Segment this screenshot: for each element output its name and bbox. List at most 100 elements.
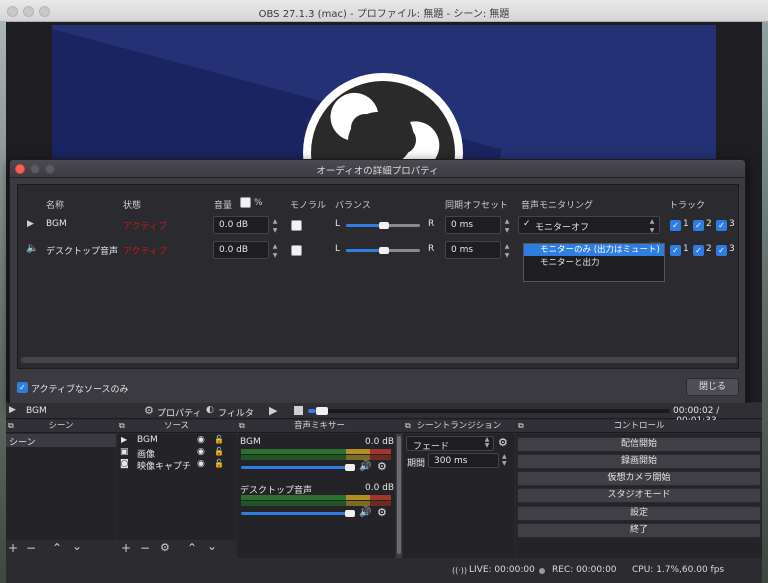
volume-input[interactable]: 0.0 dB ▲ ▼: [213, 216, 277, 234]
close-button[interactable]: 閉じる: [686, 378, 739, 396]
list-item[interactable]: ◙ 映像キャプチ ◉ 🔓: [117, 459, 236, 472]
scenes-dock-title: シーン: [48, 421, 74, 431]
list-item[interactable]: ▶ BGM ◉ 🔓: [117, 435, 236, 447]
start-virtual-camera-button[interactable]: 仮想カメラ開始: [517, 471, 761, 486]
media-seek-bar[interactable]: [308, 409, 670, 413]
active-only-checkbox[interactable]: ✓: [17, 382, 28, 393]
balance-left-label: L: [335, 244, 341, 254]
list-item[interactable]: シーン: [6, 434, 116, 448]
dock-float-icon[interactable]: ⧉: [239, 420, 245, 432]
header-sync-offset: 同期オフセット: [445, 201, 509, 211]
track-2-checkbox[interactable]: ✓: [693, 245, 704, 256]
row-source-name: BGM: [46, 219, 67, 229]
sync-offset-input[interactable]: 0 ms ▲ ▼: [445, 216, 509, 234]
row-source-name: デスクトップ音声: [46, 247, 119, 257]
eye-icon[interactable]: ◉: [197, 435, 205, 445]
mono-checkbox[interactable]: [291, 245, 302, 256]
track-1-checkbox[interactable]: ✓: [670, 220, 681, 231]
remove-icon[interactable]: −: [140, 541, 150, 555]
transition-select[interactable]: フェード ▲ ▼: [406, 436, 494, 452]
checkmark-icon: ✓: [523, 219, 531, 229]
media-play-icon[interactable]: ▶: [269, 404, 277, 417]
play-icon[interactable]: ▶: [9, 405, 16, 415]
track-3-checkbox[interactable]: ✓: [716, 220, 727, 231]
add-icon[interactable]: +: [8, 541, 18, 555]
dialog-title: オーディオの詳細プロパティ: [316, 166, 439, 177]
track-3-checkbox[interactable]: ✓: [716, 245, 727, 256]
list-item[interactable]: ▣ 画像 ◉ 🔓: [117, 447, 236, 460]
gear-icon[interactable]: ⚙: [144, 404, 154, 417]
exit-button[interactable]: 終了: [517, 523, 761, 538]
track-3-label: 3: [729, 219, 735, 229]
header-volume: 音量: [214, 201, 233, 211]
monitoring-option-monitor-and-output[interactable]: モニターと出力: [524, 257, 664, 269]
gear-icon[interactable]: ⚙: [160, 541, 170, 554]
sync-offset-value: 0 ms: [451, 245, 474, 255]
balance-slider-knob[interactable]: [379, 222, 389, 229]
gear-icon[interactable]: ⚙: [377, 506, 387, 519]
header-balance: バランス: [335, 201, 371, 211]
duration-stepper-icon[interactable]: ▲ ▼: [502, 453, 507, 467]
start-streaming-button[interactable]: 配信開始: [517, 437, 761, 452]
window-titlebar: OBS 27.1.3 (mac) - プロファイル: 無題 - シーン: 無題: [0, 0, 768, 22]
volume-slider[interactable]: [241, 512, 353, 515]
select-arrows-icon: ▲ ▼: [484, 436, 490, 449]
lock-icon[interactable]: 🔓: [214, 459, 224, 468]
filter-icon[interactable]: ◐: [206, 405, 214, 415]
properties-button[interactable]: プロパティ: [157, 406, 201, 419]
volume-slider-knob[interactable]: [345, 510, 355, 517]
duration-label: 期間: [407, 459, 426, 469]
gear-icon[interactable]: ⚙: [377, 460, 387, 473]
active-only-label: アクティブなソースのみ: [31, 385, 129, 395]
media-seek-knob[interactable]: [316, 407, 328, 415]
mixer-scrollbar-thumb[interactable]: [397, 436, 401, 554]
studio-mode-button[interactable]: スタジオモード: [517, 488, 761, 503]
balance-slider-knob[interactable]: [379, 247, 389, 254]
volume-stepper-icon[interactable]: ▲ ▼: [270, 217, 280, 235]
mono-checkbox[interactable]: [291, 220, 302, 231]
mixer-channel-name: BGM: [240, 437, 261, 447]
lock-icon[interactable]: 🔓: [214, 447, 224, 456]
settings-button[interactable]: 設定: [517, 506, 761, 521]
balance-slider-fill: [346, 249, 383, 252]
table-row: ▶ BGM アクティブ 0.0 dB ▲ ▼ L R 0 ms ▲ ▼ ✓ モニター…: [18, 215, 738, 237]
lock-icon[interactable]: 🔓: [214, 435, 224, 444]
volume-stepper-icon[interactable]: ▲ ▼: [270, 242, 280, 260]
speaker-icon[interactable]: 🔊: [359, 461, 371, 472]
start-recording-button[interactable]: 録画開始: [517, 454, 761, 469]
sync-offset-input[interactable]: 0 ms ▲ ▼: [445, 241, 509, 259]
volume-input[interactable]: 0.0 dB ▲ ▼: [213, 241, 277, 259]
track-1-checkbox[interactable]: ✓: [670, 245, 681, 256]
audio-properties-table: 名称 状態 音量 % モノラル バランス 同期オフセット 音声モニタリング トラ…: [17, 184, 739, 369]
mixer-scrollbar[interactable]: [396, 434, 402, 558]
filters-button[interactable]: フィルタ: [218, 406, 254, 419]
dock-float-icon[interactable]: ⧉: [8, 420, 14, 432]
gear-icon[interactable]: ⚙: [498, 436, 508, 449]
dock-float-icon[interactable]: ⧉: [119, 420, 125, 432]
sources-dock-title: ソース: [163, 421, 190, 431]
dock-float-icon[interactable]: ⧉: [518, 420, 524, 432]
audio-meter: [241, 455, 391, 460]
stop-icon[interactable]: [294, 406, 303, 415]
move-up-icon[interactable]: ⌃: [187, 541, 197, 555]
track-2-checkbox[interactable]: ✓: [693, 220, 704, 231]
move-up-icon[interactable]: ⌃: [52, 541, 62, 555]
monitoring-option-monitor-only[interactable]: モニターのみ (出力はミュート): [524, 244, 664, 256]
balance-left-label: L: [335, 219, 341, 229]
volume-slider-knob[interactable]: [345, 464, 355, 471]
volume-slider[interactable]: [241, 466, 353, 469]
move-down-icon[interactable]: ⌄: [207, 539, 217, 553]
eye-icon[interactable]: ◉: [197, 459, 205, 469]
speaker-icon[interactable]: 🔊: [359, 507, 371, 518]
percent-checkbox[interactable]: [240, 197, 251, 208]
sync-stepper-icon[interactable]: ▲ ▼: [502, 217, 512, 235]
sync-stepper-icon[interactable]: ▲ ▼: [502, 242, 512, 260]
monitoring-select[interactable]: ✓ モニターオフ ▲ ▼: [518, 216, 660, 234]
move-down-icon[interactable]: ⌄: [72, 539, 82, 553]
horizontal-scrollbar[interactable]: [21, 357, 737, 363]
eye-icon[interactable]: ◉: [197, 447, 205, 457]
remove-icon[interactable]: −: [26, 541, 36, 555]
add-icon[interactable]: +: [121, 541, 131, 555]
dock-float-icon[interactable]: ⧉: [405, 420, 411, 432]
duration-input[interactable]: 300 ms: [428, 453, 499, 468]
